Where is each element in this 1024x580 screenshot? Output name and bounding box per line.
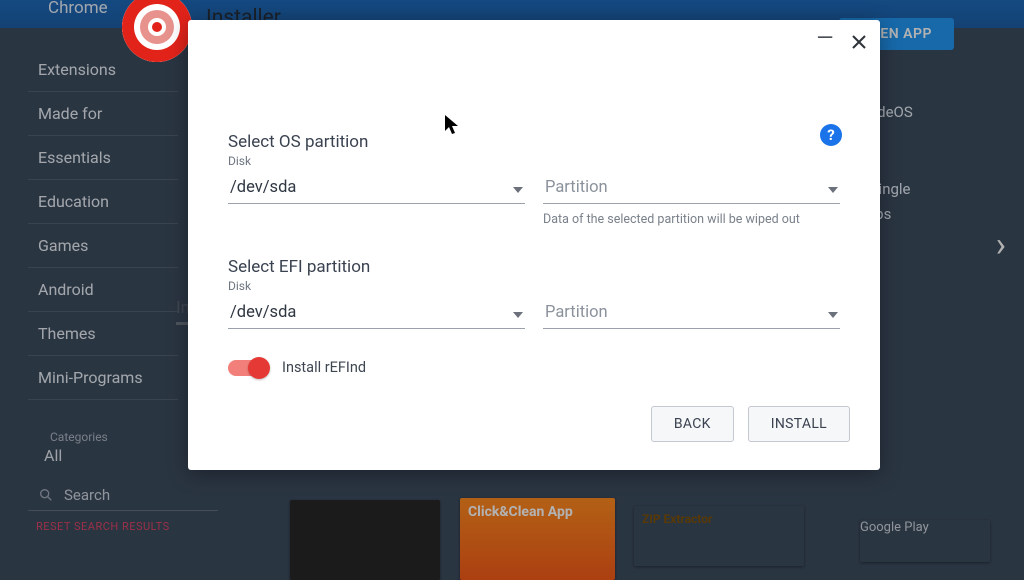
categories-label: Categories <box>50 430 108 444</box>
sidebar-item[interactable]: Themes <box>28 312 178 356</box>
efi-disk-select[interactable]: /dev/sda <box>228 299 525 329</box>
os-disk-select[interactable]: /dev/sda <box>228 174 525 204</box>
efi-disk-label: Disk <box>228 279 525 293</box>
wipe-warning: Data of the selected partition will be w… <box>543 212 840 227</box>
sidebar-item[interactable]: Mini-Programs <box>28 356 178 400</box>
efi-partition-select[interactable]: Partition <box>543 299 840 329</box>
reset-search-link[interactable]: RESET SEARCH RESULTS <box>36 520 170 533</box>
sidebar-item[interactable]: Android <box>28 268 178 312</box>
refind-label: Install rEFInd <box>282 359 366 376</box>
os-disk-value: /dev/sda <box>230 178 296 197</box>
sidebar-item[interactable]: Made for <box>28 92 178 136</box>
sidebar-item[interactable]: Education <box>28 180 178 224</box>
efi-partition-placeholder: Partition <box>545 303 608 322</box>
app-tile[interactable]: ZIP Extractor <box>634 506 804 566</box>
efi-disk-value: /dev/sda <box>230 303 296 322</box>
os-partition-placeholder: Partition <box>545 178 608 197</box>
os-section-title: Select OS partition <box>228 132 840 152</box>
os-partition-select[interactable]: Partition <box>543 174 840 204</box>
categories-value[interactable]: All <box>44 446 62 465</box>
app-tile[interactable] <box>290 500 440 580</box>
minimize-button[interactable]: — <box>810 28 840 56</box>
right-text: FydeOS nt r single tups s. <box>862 100 1002 253</box>
search-placeholder: Search <box>64 486 110 504</box>
back-button[interactable]: BACK <box>651 406 734 442</box>
sidebar: Extensions Made for Essentials Education… <box>28 48 178 400</box>
sidebar-item[interactable]: Games <box>28 224 178 268</box>
installer-modal: — ? Select OS partition Disk /dev/sda Pa… <box>188 20 880 470</box>
chevron-down-icon <box>828 312 838 318</box>
browser-tab[interactable]: Chrome <box>34 0 122 24</box>
chevron-down-icon <box>513 187 523 193</box>
close-icon <box>852 35 866 49</box>
close-button[interactable] <box>844 28 874 56</box>
install-button[interactable]: INSTALL <box>748 406 850 442</box>
refind-toggle[interactable] <box>228 360 268 376</box>
app-tile[interactable]: Google Play <box>860 520 990 562</box>
chevron-down-icon <box>513 312 523 318</box>
os-disk-label: Disk <box>228 154 525 168</box>
search-icon <box>38 487 54 503</box>
efi-section-title: Select EFI partition <box>228 257 840 277</box>
app-tile[interactable]: Click&Clean App <box>460 498 615 580</box>
chevron-down-icon <box>828 187 838 193</box>
carousel-next-icon[interactable]: › <box>996 225 1006 265</box>
search-input[interactable]: Search <box>28 480 218 511</box>
sidebar-item[interactable]: Essentials <box>28 136 178 180</box>
